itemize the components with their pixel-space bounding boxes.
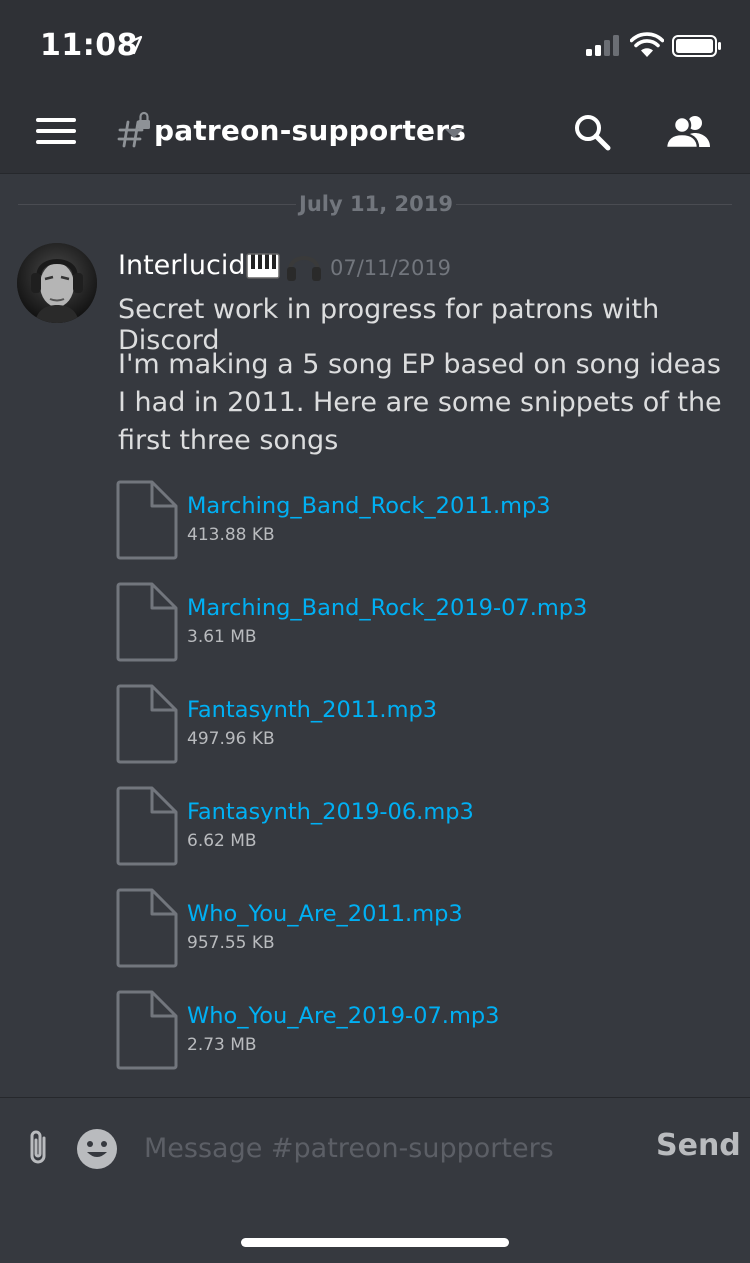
avatar[interactable] — [17, 243, 97, 323]
file-icon — [116, 684, 178, 764]
headphones-emoji — [287, 256, 321, 281]
file-icon — [116, 786, 178, 866]
file-size: 6.62 MB — [187, 831, 257, 851]
file-attachment[interactable]: Marching_Band_Rock_2019-07.mp3 3.61 MB — [116, 582, 676, 664]
emoji-icon[interactable] — [76, 1128, 118, 1170]
file-size: 2.73 MB — [187, 1035, 257, 1055]
message-timestamp: 07/11/2019 — [330, 256, 452, 280]
file-attachment[interactable]: Who_You_Are_2011.mp3 957.55 KB — [116, 888, 676, 970]
message-input[interactable] — [144, 1128, 634, 1168]
file-attachment[interactable]: Who_You_Are_2019-07.mp3 2.73 MB — [116, 990, 676, 1072]
battery-icon — [672, 35, 721, 57]
piano-emoji — [246, 253, 280, 279]
status-bar: 11:08 — [0, 0, 750, 92]
search-icon[interactable] — [572, 112, 612, 152]
channel-header: patreon-supporters — [0, 92, 750, 174]
signal-icon — [586, 35, 619, 56]
date-divider: July 11, 2019 — [18, 190, 732, 220]
file-name[interactable]: Fantasynth_2011.mp3 — [187, 697, 437, 723]
file-attachment[interactable]: Fantasynth_2019-06.mp3 6.62 MB — [116, 786, 676, 868]
file-name[interactable]: Marching_Band_Rock_2019-07.mp3 — [187, 595, 587, 621]
file-icon — [116, 990, 178, 1070]
home-indicator[interactable] — [241, 1238, 509, 1247]
file-attachment[interactable]: Marching_Band_Rock_2011.mp3 413.88 KB — [116, 480, 676, 562]
paperclip-icon[interactable] — [24, 1128, 52, 1166]
file-size: 413.88 KB — [187, 525, 275, 545]
file-name[interactable]: Marching_Band_Rock_2011.mp3 — [187, 493, 551, 519]
file-icon — [116, 480, 178, 560]
file-size: 957.55 KB — [187, 933, 275, 953]
message-text-2: I'm making a 5 song EP based on song ide… — [118, 349, 722, 456]
members-icon[interactable] — [664, 114, 712, 148]
file-size: 497.96 KB — [187, 729, 275, 749]
location-arrow-icon — [123, 35, 143, 55]
wifi-icon — [630, 32, 664, 57]
divider-date: July 11, 2019 — [299, 192, 453, 216]
chevron-down-icon[interactable] — [444, 128, 464, 140]
file-attachment[interactable]: Fantasynth_2011.mp3 497.96 KB — [116, 684, 676, 766]
file-name[interactable]: Who_You_Are_2019-07.mp3 — [187, 1003, 499, 1029]
file-icon — [116, 582, 178, 662]
locked-hash-icon — [117, 111, 150, 148]
author-name[interactable]: Interlucid — [118, 250, 245, 281]
send-button[interactable]: Send — [656, 1128, 741, 1163]
file-name[interactable]: Who_You_Are_2011.mp3 — [187, 901, 463, 927]
file-icon — [116, 888, 178, 968]
file-name[interactable]: Fantasynth_2019-06.mp3 — [187, 799, 474, 825]
menu-icon[interactable] — [36, 118, 76, 148]
channel-name[interactable]: patreon-supporters — [154, 114, 466, 147]
file-size: 3.61 MB — [187, 627, 257, 647]
message-composer: Send — [0, 1097, 750, 1263]
